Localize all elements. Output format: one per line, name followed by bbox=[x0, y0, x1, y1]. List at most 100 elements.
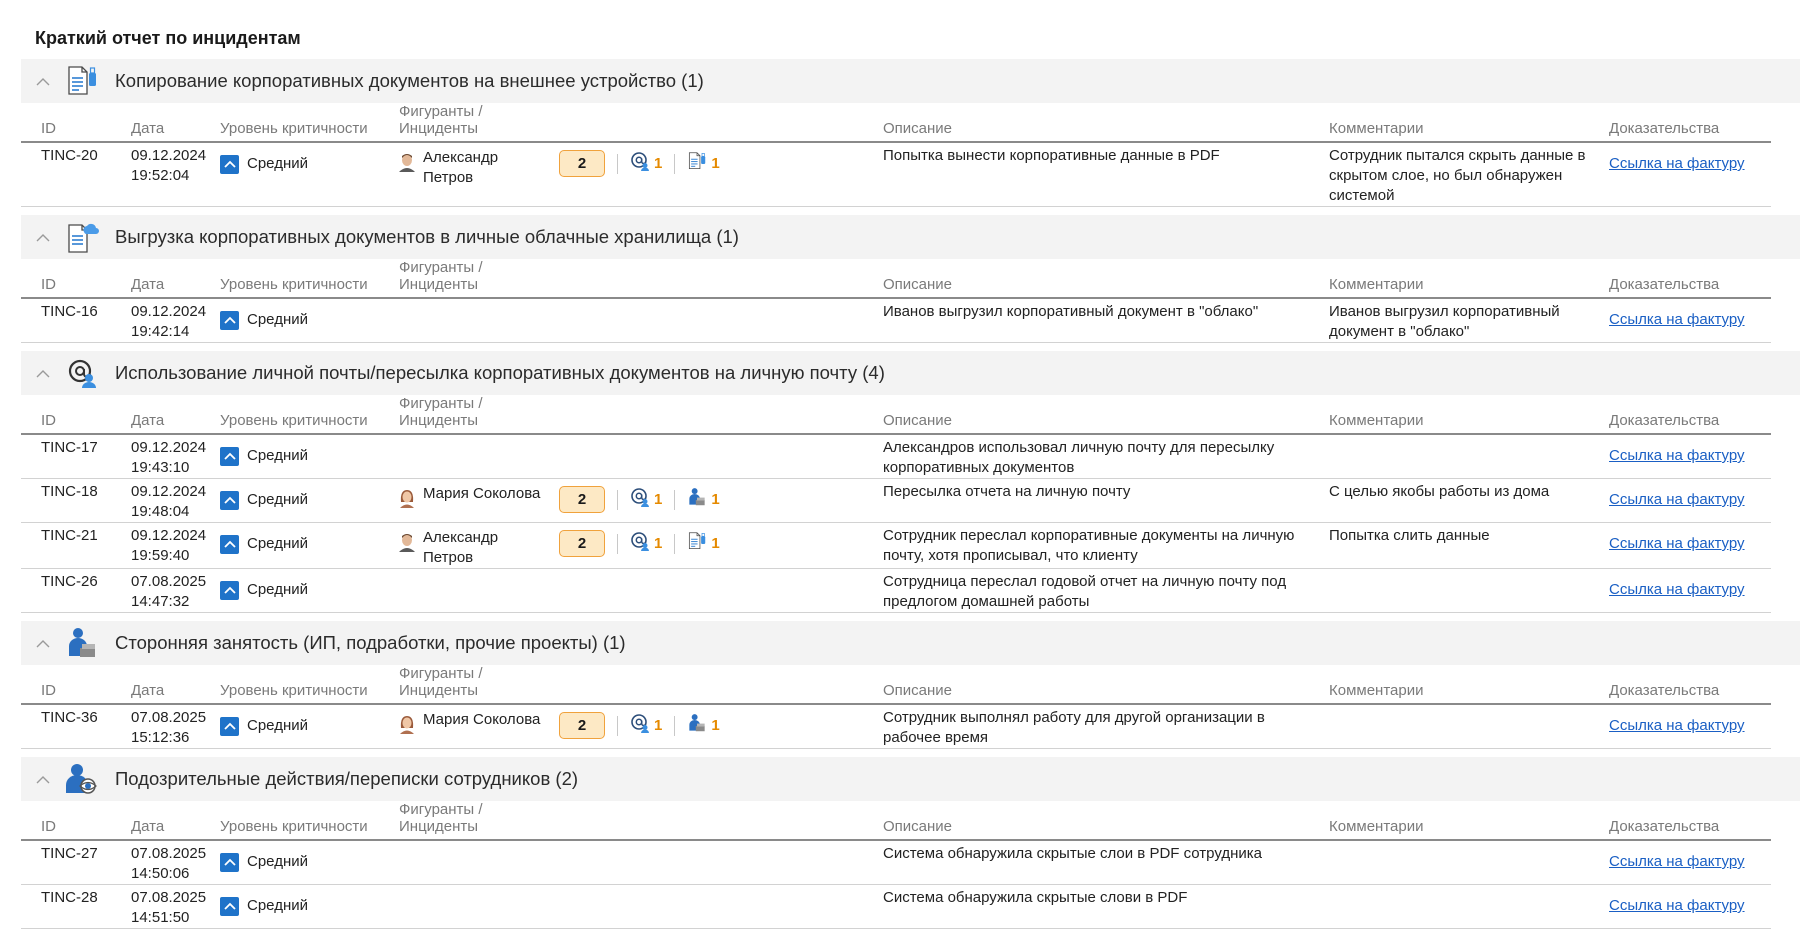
incident-total-badge[interactable]: 2 bbox=[559, 150, 605, 177]
table-row[interactable]: TINC-18 09.12.2024 19:48:04 Средний Мария… bbox=[21, 478, 1771, 523]
person-name: Мария Соколова bbox=[423, 485, 541, 502]
group-header[interactable]: Выгрузка корпоративных документов в личн… bbox=[21, 215, 1800, 259]
group-header[interactable]: Использование личной почты/пересылка кор… bbox=[21, 351, 1800, 395]
column-header-id[interactable]: ID bbox=[21, 665, 131, 705]
incident-total-badge[interactable]: 2 bbox=[559, 486, 605, 513]
column-header-evidence[interactable]: Доказательства bbox=[1609, 259, 1771, 299]
incident-comment bbox=[1329, 434, 1609, 479]
column-header-description[interactable]: Описание bbox=[883, 395, 1329, 435]
column-header-comments[interactable]: Комментарии bbox=[1329, 665, 1609, 705]
column-header-date[interactable]: Дата bbox=[131, 801, 220, 841]
person[interactable]: Мария Соколова bbox=[399, 482, 559, 508]
column-header-id[interactable]: ID bbox=[21, 103, 131, 143]
column-header-severity[interactable]: Уровень критичности bbox=[220, 665, 399, 705]
evidence-link[interactable]: Ссылка на фактуру bbox=[1609, 716, 1745, 736]
person[interactable]: Александр Петров bbox=[399, 526, 559, 568]
column-header-description[interactable]: Описание bbox=[883, 801, 1329, 841]
column-header-severity[interactable]: Уровень критичности bbox=[220, 259, 399, 299]
column-header-counters bbox=[559, 665, 883, 705]
evidence-link[interactable]: Ссылка на фактуру bbox=[1609, 310, 1745, 330]
column-header-persons[interactable]: Фигуранты / Инциденты bbox=[399, 259, 559, 299]
column-header-date[interactable]: Дата bbox=[131, 259, 220, 299]
column-header-date[interactable]: Дата bbox=[131, 103, 220, 143]
incident-groups: Копирование корпоративных документов на … bbox=[0, 59, 1820, 937]
table-row[interactable]: TINC-36 07.08.2025 15:12:36 Средний Мария… bbox=[21, 704, 1771, 749]
counter-secondary[interactable]: 1 bbox=[687, 151, 720, 177]
counter-secondary[interactable]: 1 bbox=[687, 531, 720, 557]
column-header-persons[interactable]: Фигуранты / Инциденты bbox=[399, 395, 559, 435]
table-row[interactable]: TINC-26 07.08.2025 14:47:32 Средний Сотру… bbox=[21, 568, 1771, 613]
column-header-date[interactable]: Дата bbox=[131, 665, 220, 705]
table-row[interactable]: TINC-16 09.12.2024 19:42:14 Средний Ивано… bbox=[21, 298, 1771, 343]
column-header-persons[interactable]: Фигуранты / Инциденты bbox=[399, 801, 559, 841]
user-watch-icon bbox=[65, 762, 99, 796]
group-header[interactable]: Копирование корпоративных документов на … bbox=[21, 59, 1800, 103]
chevron-up-icon[interactable] bbox=[21, 233, 65, 242]
column-header-id[interactable]: ID bbox=[21, 259, 131, 299]
severity-badge: Средний bbox=[220, 534, 399, 554]
incident-total-badge[interactable]: 2 bbox=[559, 530, 605, 557]
counter-secondary[interactable]: 1 bbox=[687, 713, 720, 739]
chevron-up-icon[interactable] bbox=[21, 639, 65, 648]
incident-id: TINC-17 bbox=[21, 434, 131, 479]
incident-table: ID Дата Уровень критичности Фигуранты / … bbox=[21, 665, 1771, 749]
group-header[interactable]: Подозрительные действия/переписки сотруд… bbox=[21, 757, 1800, 801]
incident-description: Иванов выгрузил корпоративный документ в… bbox=[883, 298, 1329, 343]
incident-id: TINC-18 bbox=[21, 478, 131, 523]
table-row[interactable]: TINC-17 09.12.2024 19:43:10 Средний Алекс… bbox=[21, 434, 1771, 479]
table-row[interactable]: TINC-21 09.12.2024 19:59:40 Средний Алекс… bbox=[21, 522, 1771, 569]
table-row[interactable]: TINC-27 07.08.2025 14:50:06 Средний Систе… bbox=[21, 840, 1771, 885]
column-header-persons[interactable]: Фигуранты / Инциденты bbox=[399, 665, 559, 705]
person[interactable]: Мария Соколова bbox=[399, 708, 559, 734]
column-header-comments[interactable]: Комментарии bbox=[1329, 801, 1609, 841]
counter-email[interactable]: 1 bbox=[630, 531, 662, 557]
group-header[interactable]: Сторонняя занятость (ИП, подработки, про… bbox=[21, 621, 1800, 665]
evidence-link[interactable]: Ссылка на фактуру bbox=[1609, 534, 1745, 554]
column-header-evidence[interactable]: Доказательства bbox=[1609, 395, 1771, 435]
column-header-description[interactable]: Описание bbox=[883, 103, 1329, 143]
severity-label: Средний bbox=[247, 491, 308, 508]
column-header-date[interactable]: Дата bbox=[131, 395, 220, 435]
counter-email[interactable]: 1 bbox=[630, 713, 662, 739]
table-row[interactable]: TINC-20 09.12.2024 19:52:04 Средний Алекс… bbox=[21, 142, 1771, 207]
column-header-evidence[interactable]: Доказательства bbox=[1609, 665, 1771, 705]
severity-label: Средний bbox=[247, 717, 308, 734]
chevron-up-icon[interactable] bbox=[21, 77, 65, 86]
counter-secondary[interactable]: 1 bbox=[687, 487, 720, 513]
column-header-comments[interactable]: Комментарии bbox=[1329, 259, 1609, 299]
column-header-description[interactable]: Описание bbox=[883, 259, 1329, 299]
column-header-comments[interactable]: Комментарии bbox=[1329, 395, 1609, 435]
evidence-link[interactable]: Ссылка на фактуру bbox=[1609, 154, 1745, 174]
chevron-up-icon[interactable] bbox=[21, 775, 65, 784]
counter-email[interactable]: 1 bbox=[630, 151, 662, 177]
evidence-link[interactable]: Ссылка на фактуру bbox=[1609, 580, 1745, 600]
severity-medium-icon bbox=[220, 896, 239, 916]
divider bbox=[674, 533, 676, 554]
incident-total-badge[interactable]: 2 bbox=[559, 712, 605, 739]
incident-description: Пересылка отчета на личную почту bbox=[883, 478, 1329, 523]
person[interactable]: Александр Петров bbox=[399, 146, 559, 188]
column-header-evidence[interactable]: Доказательства bbox=[1609, 801, 1771, 841]
column-header-severity[interactable]: Уровень критичности bbox=[220, 395, 399, 435]
incident-id: TINC-36 bbox=[21, 704, 131, 749]
column-header-evidence[interactable]: Доказательства bbox=[1609, 103, 1771, 143]
counter-email[interactable]: 1 bbox=[630, 487, 662, 513]
evidence-link[interactable]: Ссылка на фактуру bbox=[1609, 852, 1745, 872]
column-header-severity[interactable]: Уровень критичности bbox=[220, 801, 399, 841]
column-header-severity[interactable]: Уровень критичности bbox=[220, 103, 399, 143]
evidence-link[interactable]: Ссылка на фактуру bbox=[1609, 446, 1745, 466]
chevron-up-icon[interactable] bbox=[21, 369, 65, 378]
column-header-id[interactable]: ID bbox=[21, 395, 131, 435]
column-header-description[interactable]: Описание bbox=[883, 665, 1329, 705]
report-page: Краткий отчет по инцидентам Копирование … bbox=[0, 0, 1820, 937]
person-name: Александр Петров bbox=[423, 149, 499, 186]
column-header-id[interactable]: ID bbox=[21, 801, 131, 841]
evidence-link[interactable]: Ссылка на фактуру bbox=[1609, 490, 1745, 510]
severity-label: Средний bbox=[247, 853, 308, 870]
column-header-persons[interactable]: Фигуранты / Инциденты bbox=[399, 103, 559, 143]
incident-datetime: 09.12.2024 19:42:14 bbox=[131, 298, 220, 343]
evidence-link[interactable]: Ссылка на фактуру bbox=[1609, 896, 1745, 916]
column-header-comments[interactable]: Комментарии bbox=[1329, 103, 1609, 143]
severity-medium-icon bbox=[220, 852, 239, 872]
incident-datetime: 07.08.2025 14:47:32 bbox=[131, 568, 220, 613]
